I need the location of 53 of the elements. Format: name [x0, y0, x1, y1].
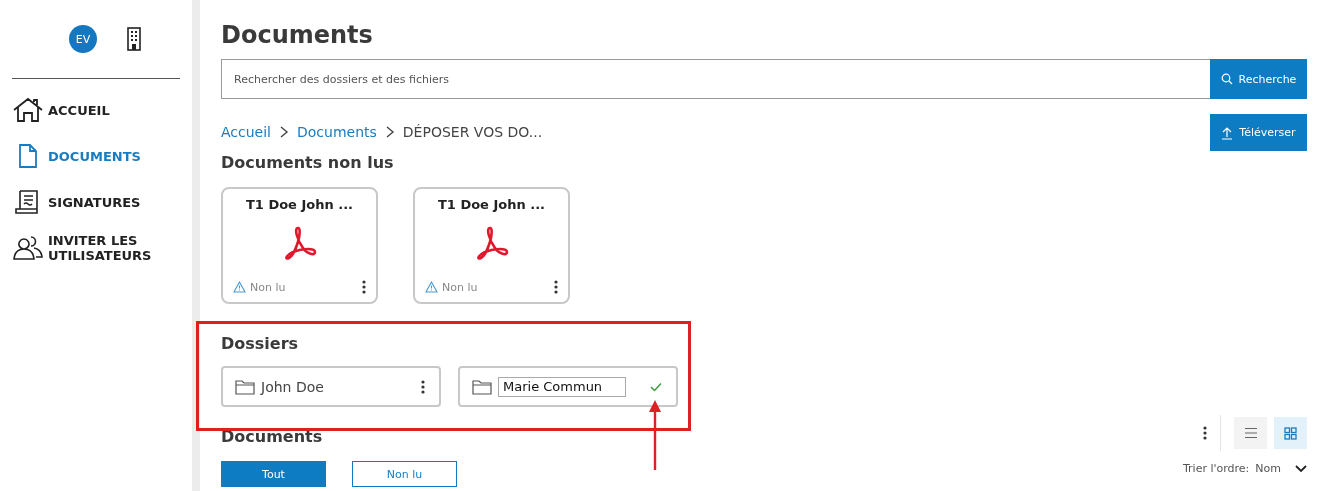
document-card[interactable]: T1 Doe John ... Non lu: [413, 187, 570, 304]
sort-dropdown[interactable]: Nom: [1255, 462, 1281, 475]
upload-icon: [1221, 125, 1234, 140]
breadcrumb-current: DÉPOSER VOS DO...: [402, 124, 543, 140]
chevron-icon: [279, 125, 289, 139]
nav-item[interactable]: ACCUEIL: [12, 87, 180, 133]
warning-icon: [425, 281, 438, 293]
section-heading: Dossiers: [221, 334, 300, 354]
folder-item[interactable]: John Doe: [221, 366, 441, 407]
more-icon[interactable]: [362, 280, 366, 294]
pdf-icon: [282, 226, 317, 260]
upload-button[interactable]: Téléverser: [1210, 114, 1307, 151]
nav-item[interactable]: DOCUMENTS: [12, 133, 180, 179]
pdf-icon: [474, 226, 509, 260]
search-button[interactable]: Recherche: [1210, 59, 1307, 99]
more-icon[interactable]: [1203, 426, 1207, 440]
filter-tab[interactable]: Tout: [221, 461, 326, 487]
sort-label: Trier l'ordre:: [1182, 462, 1250, 475]
document-title: T1 Doe John ...: [245, 197, 354, 212]
building-icon[interactable]: [127, 27, 141, 51]
chevron-icon: [384, 125, 395, 139]
document-title: T1 Doe John ...: [437, 197, 546, 212]
breadcrumb-link[interactable]: Accueil: [221, 124, 271, 140]
users-icon: [12, 235, 44, 261]
home-icon: [12, 97, 44, 123]
document-card[interactable]: T1 Doe John ... Non lu: [221, 187, 378, 304]
status-label: Non lu: [442, 280, 478, 294]
section-heading: Documents non lus: [221, 153, 395, 173]
filter-tab[interactable]: Non lu: [352, 461, 457, 487]
folder-icon: [472, 378, 492, 395]
more-icon[interactable]: [421, 379, 425, 394]
rename-field[interactable]: Marie Commun: [498, 376, 626, 397]
page-title: Documents: [221, 20, 374, 50]
annotation-arrow: [648, 400, 662, 470]
confirm-check-icon[interactable]: [650, 381, 662, 392]
more-icon[interactable]: [554, 280, 558, 294]
list-icon: [1243, 427, 1258, 439]
search-icon: [1220, 73, 1233, 85]
chevron-down-icon[interactable]: [1295, 464, 1307, 473]
warning-icon: [233, 281, 246, 293]
folder-name: John Doe: [261, 378, 324, 395]
list-view-button[interactable]: [1234, 417, 1267, 449]
status-label: Non lu: [250, 280, 286, 294]
folder-icon: [235, 378, 255, 395]
nav-item[interactable]: INVITER LES UTILISATEURS: [12, 225, 180, 271]
search-field[interactable]: Rechercher des dossiers et des fichiers: [221, 59, 1210, 99]
nav-item[interactable]: SIGNATURES: [12, 179, 180, 225]
breadcrumb-link[interactable]: Documents: [297, 124, 377, 140]
user-avatar[interactable]: EV: [69, 25, 97, 53]
grid-icon: [1284, 426, 1297, 440]
section-heading: Documents: [221, 427, 324, 447]
grid-view-button[interactable]: [1274, 417, 1307, 449]
folder-item[interactable]: Marie Commun: [458, 366, 678, 407]
